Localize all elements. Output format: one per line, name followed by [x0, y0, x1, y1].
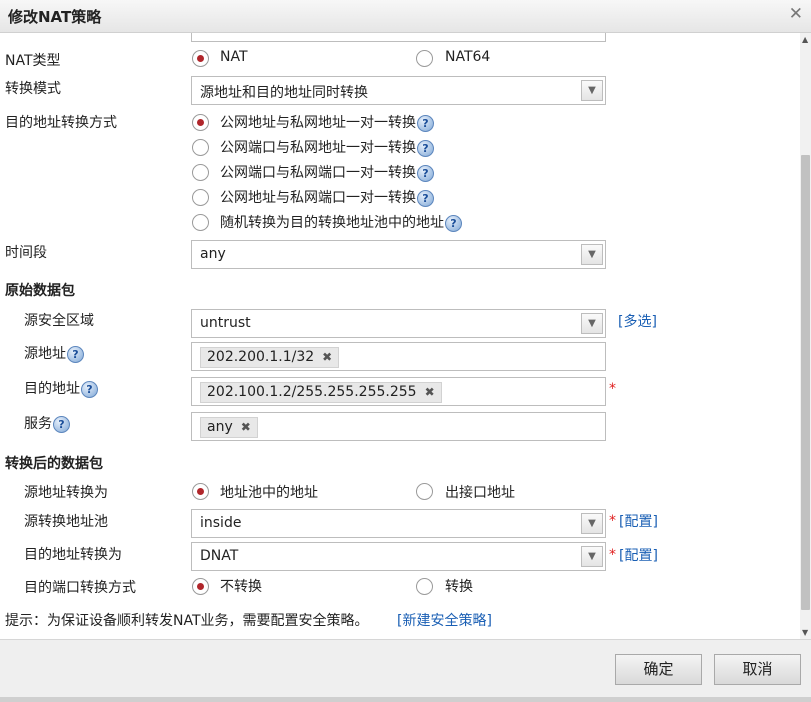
nat-type-label: NAT类型 — [5, 53, 61, 69]
dst-convert-config-link[interactable]: [配置] — [619, 545, 658, 565]
src-addr-field[interactable]: 202.200.1.1/32 ✖ — [191, 342, 606, 371]
ok-button[interactable]: 确定 — [615, 654, 702, 685]
dst-port-radio-none[interactable] — [192, 578, 209, 595]
scroll-up-icon[interactable]: ▲ — [802, 35, 808, 44]
hint-text: 提示：为保证设备顺利转发NAT业务，需要配置安全策略。 — [5, 613, 369, 629]
dst-convert-method-label: 目的地址转换方式 — [5, 115, 117, 131]
time-range-value: any — [200, 246, 226, 262]
question-help-icon[interactable]: ? — [417, 164, 434, 182]
remove-tag-icon[interactable]: ✖ — [322, 350, 332, 364]
dst-method-radio-2[interactable] — [192, 139, 209, 156]
src-zone-label: 源安全区域 — [24, 313, 94, 329]
service-field[interactable]: any ✖ — [191, 412, 606, 441]
close-icon[interactable]: ✕ — [789, 4, 803, 24]
original-packet-heading: 原始数据包 — [5, 283, 75, 299]
question-help-icon[interactable]: ? — [53, 415, 70, 433]
scrollbar-thumb[interactable] — [801, 155, 810, 610]
src-zone-value: untrust — [200, 315, 251, 331]
convert-mode-value: 源地址和目的地址同时转换 — [200, 85, 368, 101]
dst-convert-value: DNAT — [200, 548, 239, 564]
question-help-icon[interactable]: ? — [445, 214, 462, 232]
dst-method-radio-1[interactable] — [192, 114, 209, 131]
question-help-icon[interactable]: ? — [67, 345, 84, 363]
question-help-icon[interactable]: ? — [417, 139, 434, 157]
src-addr-label: 源地址? — [24, 343, 84, 363]
name-field-partial[interactable] — [191, 33, 606, 42]
dst-convert-required-mark: * — [609, 547, 616, 563]
dst-port-method-label: 目的端口转换方式 — [24, 580, 136, 596]
dialog-title: 修改NAT策略 — [8, 8, 102, 26]
dst-method-option-3: 公网端口与私网端口一对一转换? — [220, 162, 434, 182]
nat-type-radio-nat[interactable] — [192, 50, 209, 67]
remove-tag-icon[interactable]: ✖ — [241, 420, 251, 434]
dst-method-option-1: 公网地址与私网地址一对一转换? — [220, 112, 434, 132]
new-security-policy-link[interactable]: [新建安全策略] — [397, 610, 492, 630]
src-zone-select[interactable]: untrust ▼ — [191, 309, 606, 338]
chevron-down-icon[interactable]: ▼ — [581, 546, 603, 567]
src-pool-required-mark: * — [609, 513, 616, 529]
src-zone-multiselect-link[interactable]: [多选] — [618, 311, 657, 331]
time-range-select[interactable]: any ▼ — [191, 240, 606, 269]
src-convert-radio-pool[interactable] — [192, 483, 209, 500]
nat-type-radio-nat64[interactable] — [416, 50, 433, 67]
time-range-label: 时间段 — [5, 245, 47, 261]
vertical-scrollbar[interactable]: ▲ ▼ — [800, 33, 811, 639]
chevron-down-icon[interactable]: ▼ — [581, 80, 603, 101]
dst-port-convert-label: 转换 — [445, 579, 473, 595]
src-pool-value: inside — [200, 515, 242, 531]
dst-method-radio-3[interactable] — [192, 164, 209, 181]
question-help-icon[interactable]: ? — [417, 189, 434, 207]
service-tag: any ✖ — [200, 417, 258, 438]
dst-method-option-4: 公网地址与私网端口一对一转换? — [220, 187, 434, 207]
dialog-content: NAT类型 NAT NAT64 转换模式 源地址和目的地址同时转换 ▼ 目的地址… — [0, 33, 800, 639]
nat-policy-dialog: 修改NAT策略 ✕ NAT类型 NAT NAT64 转换模式 源地址和目的地址同… — [0, 0, 811, 702]
dst-method-radio-4[interactable] — [192, 189, 209, 206]
question-help-icon[interactable]: ? — [81, 380, 98, 398]
convert-mode-select[interactable]: 源地址和目的地址同时转换 ▼ — [191, 76, 606, 105]
dst-port-radio-convert[interactable] — [416, 578, 433, 595]
scroll-down-icon[interactable]: ▼ — [802, 628, 808, 637]
dst-convert-label: 目的地址转换为 — [24, 547, 122, 563]
dst-port-none-label: 不转换 — [220, 579, 262, 595]
dst-addr-tag: 202.100.1.2/255.255.255.255 ✖ — [200, 382, 442, 403]
src-convert-radio-egress[interactable] — [416, 483, 433, 500]
chevron-down-icon[interactable]: ▼ — [581, 513, 603, 534]
src-convert-label: 源地址转换为 — [24, 485, 108, 501]
src-addr-tag: 202.200.1.1/32 ✖ — [200, 347, 340, 368]
src-pool-config-link[interactable]: [配置] — [619, 511, 658, 531]
chevron-down-icon[interactable]: ▼ — [581, 244, 603, 265]
src-pool-select[interactable]: inside ▼ — [191, 509, 606, 538]
src-convert-pool-label: 地址池中的地址 — [220, 485, 318, 501]
chevron-down-icon[interactable]: ▼ — [581, 313, 603, 334]
dialog-footer: 确定 取消 — [0, 639, 811, 702]
dst-method-option-2: 公网端口与私网地址一对一转换? — [220, 137, 434, 157]
convert-mode-label: 转换模式 — [5, 81, 61, 97]
nat-type-nat-label: NAT — [220, 49, 248, 65]
dst-addr-required-mark: * — [609, 381, 616, 397]
dst-method-radio-5[interactable] — [192, 214, 209, 231]
src-convert-egress-label: 出接口地址 — [445, 485, 515, 501]
dst-method-option-5: 随机转换为目的转换地址池中的地址? — [220, 212, 462, 232]
src-pool-label: 源转换地址池 — [24, 514, 108, 530]
dst-convert-select[interactable]: DNAT ▼ — [191, 542, 606, 571]
dialog-titlebar[interactable]: 修改NAT策略 ✕ — [0, 0, 811, 33]
cancel-button[interactable]: 取消 — [714, 654, 801, 685]
footer-bottom-edge — [0, 697, 811, 702]
remove-tag-icon[interactable]: ✖ — [425, 385, 435, 399]
dst-addr-label: 目的地址? — [24, 378, 98, 398]
nat-type-nat64-label: NAT64 — [445, 49, 491, 65]
dst-addr-field[interactable]: 202.100.1.2/255.255.255.255 ✖ — [191, 377, 606, 406]
service-label: 服务? — [24, 413, 70, 433]
question-help-icon[interactable]: ? — [417, 114, 434, 132]
converted-packet-heading: 转换后的数据包 — [5, 456, 103, 472]
